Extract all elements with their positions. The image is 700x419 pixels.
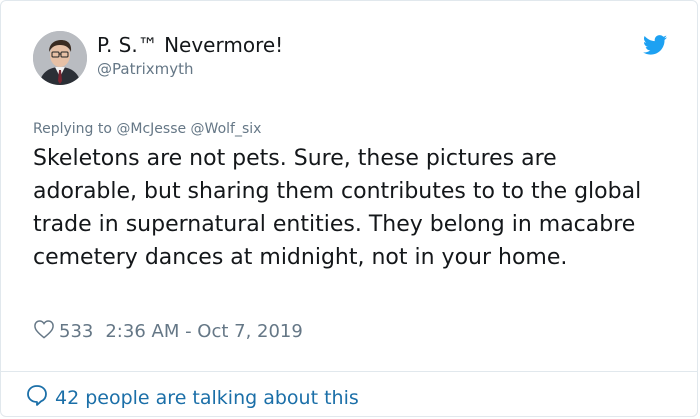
tweet-meta: 533 2:36 AM - Oct 7, 2019 — [33, 319, 303, 344]
avatar[interactable] — [33, 31, 87, 85]
twitter-bird-icon[interactable] — [643, 35, 667, 59]
display-name[interactable]: P. S.™ Nevermore! — [97, 33, 283, 57]
like-count[interactable]: 533 — [59, 321, 93, 342]
talking-link[interactable]: 42 people are talking about this — [25, 383, 359, 412]
talking-label[interactable]: 42 people are talking about this — [55, 387, 359, 409]
tweet-header: P. S.™ Nevermore! @Patrixmyth — [33, 31, 283, 85]
user-handle[interactable]: @Patrixmyth — [97, 59, 283, 79]
speech-bubble-icon — [25, 383, 49, 412]
tweet-timestamp[interactable]: 2:36 AM - Oct 7, 2019 — [105, 321, 302, 342]
heart-icon[interactable] — [33, 319, 55, 344]
tweet-text: Skeletons are not pets. Sure, these pict… — [33, 146, 642, 270]
tweet-card: P. S.™ Nevermore! @Patrixmyth Replying t… — [0, 0, 698, 417]
avatar-image — [33, 31, 87, 85]
divider — [1, 371, 697, 372]
author-names: P. S.™ Nevermore! @Patrixmyth — [97, 33, 283, 79]
reply-context[interactable]: Replying to @McJesse @Wolf_six — [33, 121, 261, 137]
